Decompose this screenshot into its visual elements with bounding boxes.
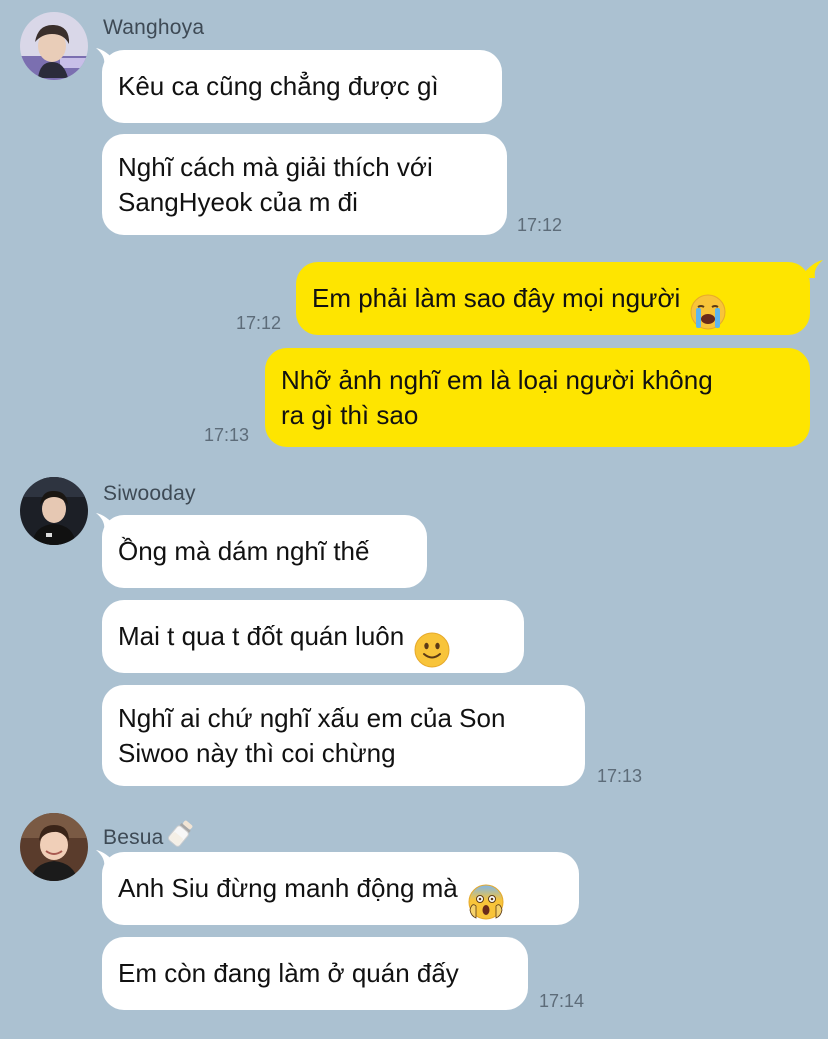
message-text: Nghĩ cách mà giải thích với SangHyeok củ…	[118, 151, 433, 217]
timestamp: 17:12	[236, 313, 282, 333]
loudly-crying-face-icon	[690, 259, 726, 339]
avatar-wanghoya[interactable]	[20, 12, 88, 80]
message-bubble[interactable]: Em còn đang làm ở quán đấy	[102, 937, 528, 1010]
chat-room: Wanghoya Kêu ca cũng chẳng được gì Nghĩ …	[0, 0, 828, 1039]
slightly-smiling-face-icon	[414, 597, 450, 677]
baby-bottle-icon	[166, 818, 196, 854]
message-bubble[interactable]: Nghĩ cách mà giải thích với SangHyeok củ…	[102, 134, 507, 235]
message-text: Em còn đang làm ở quán đấy	[118, 958, 459, 988]
bubble-tail	[803, 260, 823, 278]
timestamp: 17:13	[597, 766, 643, 786]
message-text: Nghĩ ai chứ nghĩ xấu em của Son Siwoo nà…	[118, 702, 506, 768]
message-bubble-outgoing[interactable]: Nhỡ ảnh nghĩ em là loại người không ra g…	[265, 348, 810, 447]
face-screaming-in-fear-icon	[468, 849, 504, 929]
message-bubble[interactable]: Kêu ca cũng chẳng được gì	[102, 50, 502, 123]
avatar-besua[interactable]	[20, 813, 88, 881]
timestamp: 17:12	[517, 215, 563, 235]
message-bubble[interactable]: Nghĩ ai chứ nghĩ xấu em của Son Siwoo nà…	[102, 685, 585, 786]
message-text: Anh Siu đừng manh động mà	[118, 873, 458, 903]
message-bubble[interactable]: Anh Siu đừng manh động mà	[102, 852, 579, 925]
message-text: Nhỡ ảnh nghĩ em là loại người không ra g…	[281, 364, 713, 430]
sender-name: Besua	[103, 818, 196, 854]
message-bubble[interactable]: Mai t qua t đốt quán luôn	[102, 600, 524, 673]
sender-name: Wanghoya	[103, 16, 205, 39]
timestamp: 17:13	[204, 425, 250, 445]
avatar-siwooday[interactable]	[20, 477, 88, 545]
timestamp: 17:14	[539, 991, 585, 1011]
message-text: Mai t qua t đốt quán luôn	[118, 621, 405, 651]
message-bubble-outgoing[interactable]: Em phải làm sao đây mọi người	[296, 262, 810, 335]
message-text: Em phải làm sao đây mọi người	[312, 283, 681, 313]
sender-name-text: Besua	[103, 826, 164, 849]
message-text: Kêu ca cũng chẳng được gì	[118, 71, 439, 101]
message-bubble[interactable]: Ồng mà dám nghĩ thế	[102, 515, 427, 588]
sender-name: Siwooday	[103, 482, 196, 505]
message-text: Ồng mà dám nghĩ thế	[118, 536, 370, 566]
